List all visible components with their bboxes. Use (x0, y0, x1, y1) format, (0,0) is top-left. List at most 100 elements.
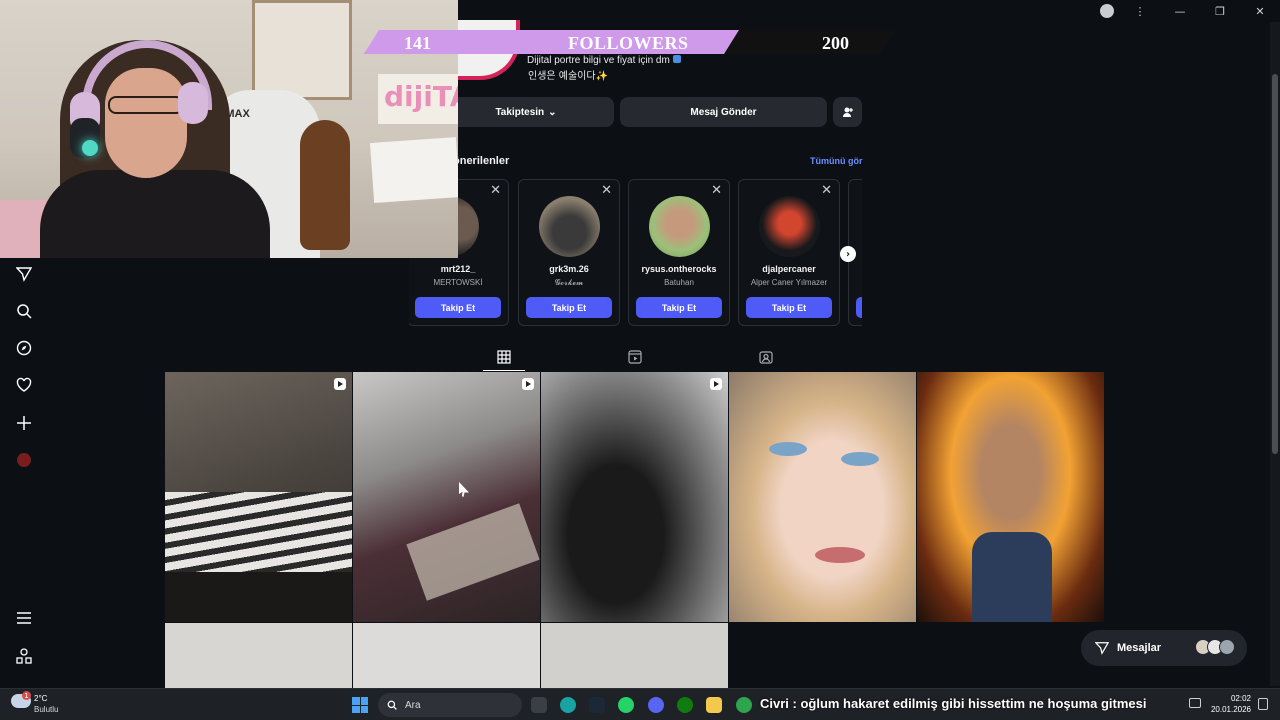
steam-icon[interactable] (589, 697, 605, 713)
restore-icon[interactable]: ❐ (1200, 0, 1240, 22)
explore-icon[interactable] (14, 338, 34, 358)
post-image[interactable] (541, 623, 728, 688)
suggestion-name: MERTOWSKİ (433, 278, 483, 287)
suggestion-card[interactable]: ✕ grk3m.26 𝓖𝓸𝓻𝓴𝓮𝓶 Takip Et (518, 179, 620, 326)
direct-icon[interactable] (14, 264, 34, 284)
suggestion-username[interactable]: mrt212_ (409, 264, 508, 274)
post-thumbnail-detail (841, 452, 879, 466)
more-options-icon[interactable]: ⋮ (1120, 0, 1160, 22)
messages-button[interactable]: Mesajlar (1081, 630, 1247, 666)
suggestion-avatar[interactable] (649, 196, 710, 257)
direct-icon (1095, 642, 1109, 655)
menu-icon[interactable] (14, 608, 34, 628)
suggestion-cards: ✕ mrt212_ MERTOWSKİ Takip Et ✕ grk3m.26 … (409, 179, 862, 327)
tab-posts[interactable] (484, 346, 524, 368)
message-avatars (1195, 639, 1235, 655)
scrollbar-thumb[interactable] (1272, 74, 1278, 454)
suggestion-name: Alper Caner Yılmazer (750, 278, 828, 287)
search-icon (387, 700, 397, 710)
temperature[interactable]: 2°C (34, 694, 47, 703)
followers-current: 141 (404, 33, 431, 53)
whatsapp-icon[interactable] (618, 697, 634, 713)
bio-line-2: 인생은 예술이다✨ (528, 71, 609, 82)
xbox-icon[interactable] (677, 697, 693, 713)
follow-button[interactable]: Takip Et (746, 297, 832, 318)
clock[interactable]: 02:02 20.01.2026 (1205, 693, 1251, 715)
bio-line-1: Dijital portre bilgi ve fiyat için dm (527, 55, 681, 66)
post-image[interactable] (729, 372, 916, 622)
following-button[interactable]: Takiptesin ⌄ (438, 97, 614, 127)
task-view-icon[interactable] (531, 697, 547, 713)
taskbar-search[interactable]: Ara (378, 693, 522, 717)
weather-badge: 1 (22, 691, 31, 700)
message-button[interactable]: Mesaj Gönder (620, 97, 827, 127)
reel-icon (710, 378, 722, 390)
battery-icon[interactable] (1189, 698, 1201, 708)
posts-grid-icon (497, 350, 511, 364)
suggestion-avatar[interactable] (539, 196, 600, 257)
badge-icon (672, 55, 681, 63)
suggestion-card[interactable]: ✕ djalpercaner Alper Caner Yılmazer Taki… (738, 179, 840, 326)
windows-start-icon[interactable] (352, 697, 368, 713)
edge-icon[interactable] (560, 697, 576, 713)
post-image[interactable] (917, 372, 1104, 622)
post-image[interactable] (353, 623, 540, 688)
follow-button[interactable]: Takip Et (526, 297, 612, 318)
post-image[interactable] (165, 623, 352, 688)
reel-icon (334, 378, 346, 390)
discord-icon[interactable] (648, 697, 664, 713)
app-icon[interactable] (736, 697, 752, 713)
dismiss-icon[interactable]: ✕ (711, 183, 722, 198)
taskbar: 1 2°C Bulutlu Ara Civri : oğlum hakaret … (0, 688, 1280, 720)
followers-goal-bar: 141 FOLLOWERS 200 (364, 30, 896, 54)
mic-light (82, 140, 98, 156)
add-user-icon (842, 107, 853, 117)
post-thumbnail-detail (815, 547, 865, 563)
webcam-wall-board (252, 0, 352, 100)
close-icon[interactable]: ✕ (1240, 0, 1280, 22)
post-thumbnail (769, 442, 807, 456)
suggestion-avatar[interactable] (759, 196, 820, 257)
dismiss-icon[interactable]: ✕ (490, 183, 501, 198)
webcam-person-body (40, 170, 270, 258)
followers-label: FOLLOWERS (568, 33, 689, 53)
post-thumbnail (972, 532, 1052, 622)
suggestion-username[interactable]: djalpercaner (739, 264, 839, 274)
search-icon[interactable] (14, 301, 34, 321)
more-apps-icon[interactable] (14, 646, 34, 666)
post-reel[interactable] (353, 372, 540, 622)
minimize-icon[interactable]: — (1160, 0, 1200, 22)
heart-icon[interactable] (14, 375, 34, 395)
tagged-icon (759, 351, 773, 364)
follow-button[interactable]: Takip Et (636, 297, 722, 318)
weather-condition[interactable]: Bulutlu (34, 705, 58, 714)
suggestion-username[interactable]: grk3m.26 (519, 264, 619, 274)
follow-button-partial[interactable] (856, 297, 862, 318)
post-reel[interactable] (541, 372, 728, 622)
chat-ticker: Civri : oğlum hakaret edilmiş gibi hisse… (760, 696, 1147, 711)
next-arrow-icon[interactable]: › (840, 246, 856, 262)
post-thumbnail (406, 503, 540, 601)
file-explorer-icon[interactable] (706, 697, 722, 713)
reel-icon (522, 378, 534, 390)
add-user-button[interactable] (833, 97, 862, 127)
account-avatar[interactable] (1100, 4, 1114, 18)
avatar (1219, 639, 1235, 655)
chevron-down-icon: ⌄ (548, 106, 557, 118)
post-reel[interactable] (165, 372, 352, 622)
dismiss-icon[interactable]: ✕ (821, 183, 832, 198)
webcam-paper (370, 137, 458, 203)
tab-reels[interactable] (615, 346, 655, 368)
page-scrollbar[interactable] (1270, 22, 1280, 686)
notification-icon[interactable] (1258, 698, 1268, 710)
suggestion-username[interactable]: rysus.ontherocks (629, 264, 729, 274)
tab-tagged[interactable] (746, 346, 786, 368)
follow-button[interactable]: Takip Et (415, 297, 501, 318)
see-all-link[interactable]: Tümünü gör (810, 156, 863, 166)
create-icon[interactable] (14, 413, 34, 433)
suggestions-title: önerilenler (453, 155, 510, 167)
suggestion-card[interactable]: ✕ rysus.ontherocks Batuhan Takip Et (628, 179, 730, 326)
followers-goal: 200 (822, 33, 849, 53)
profile-icon[interactable] (14, 450, 34, 470)
dismiss-icon[interactable]: ✕ (601, 183, 612, 198)
